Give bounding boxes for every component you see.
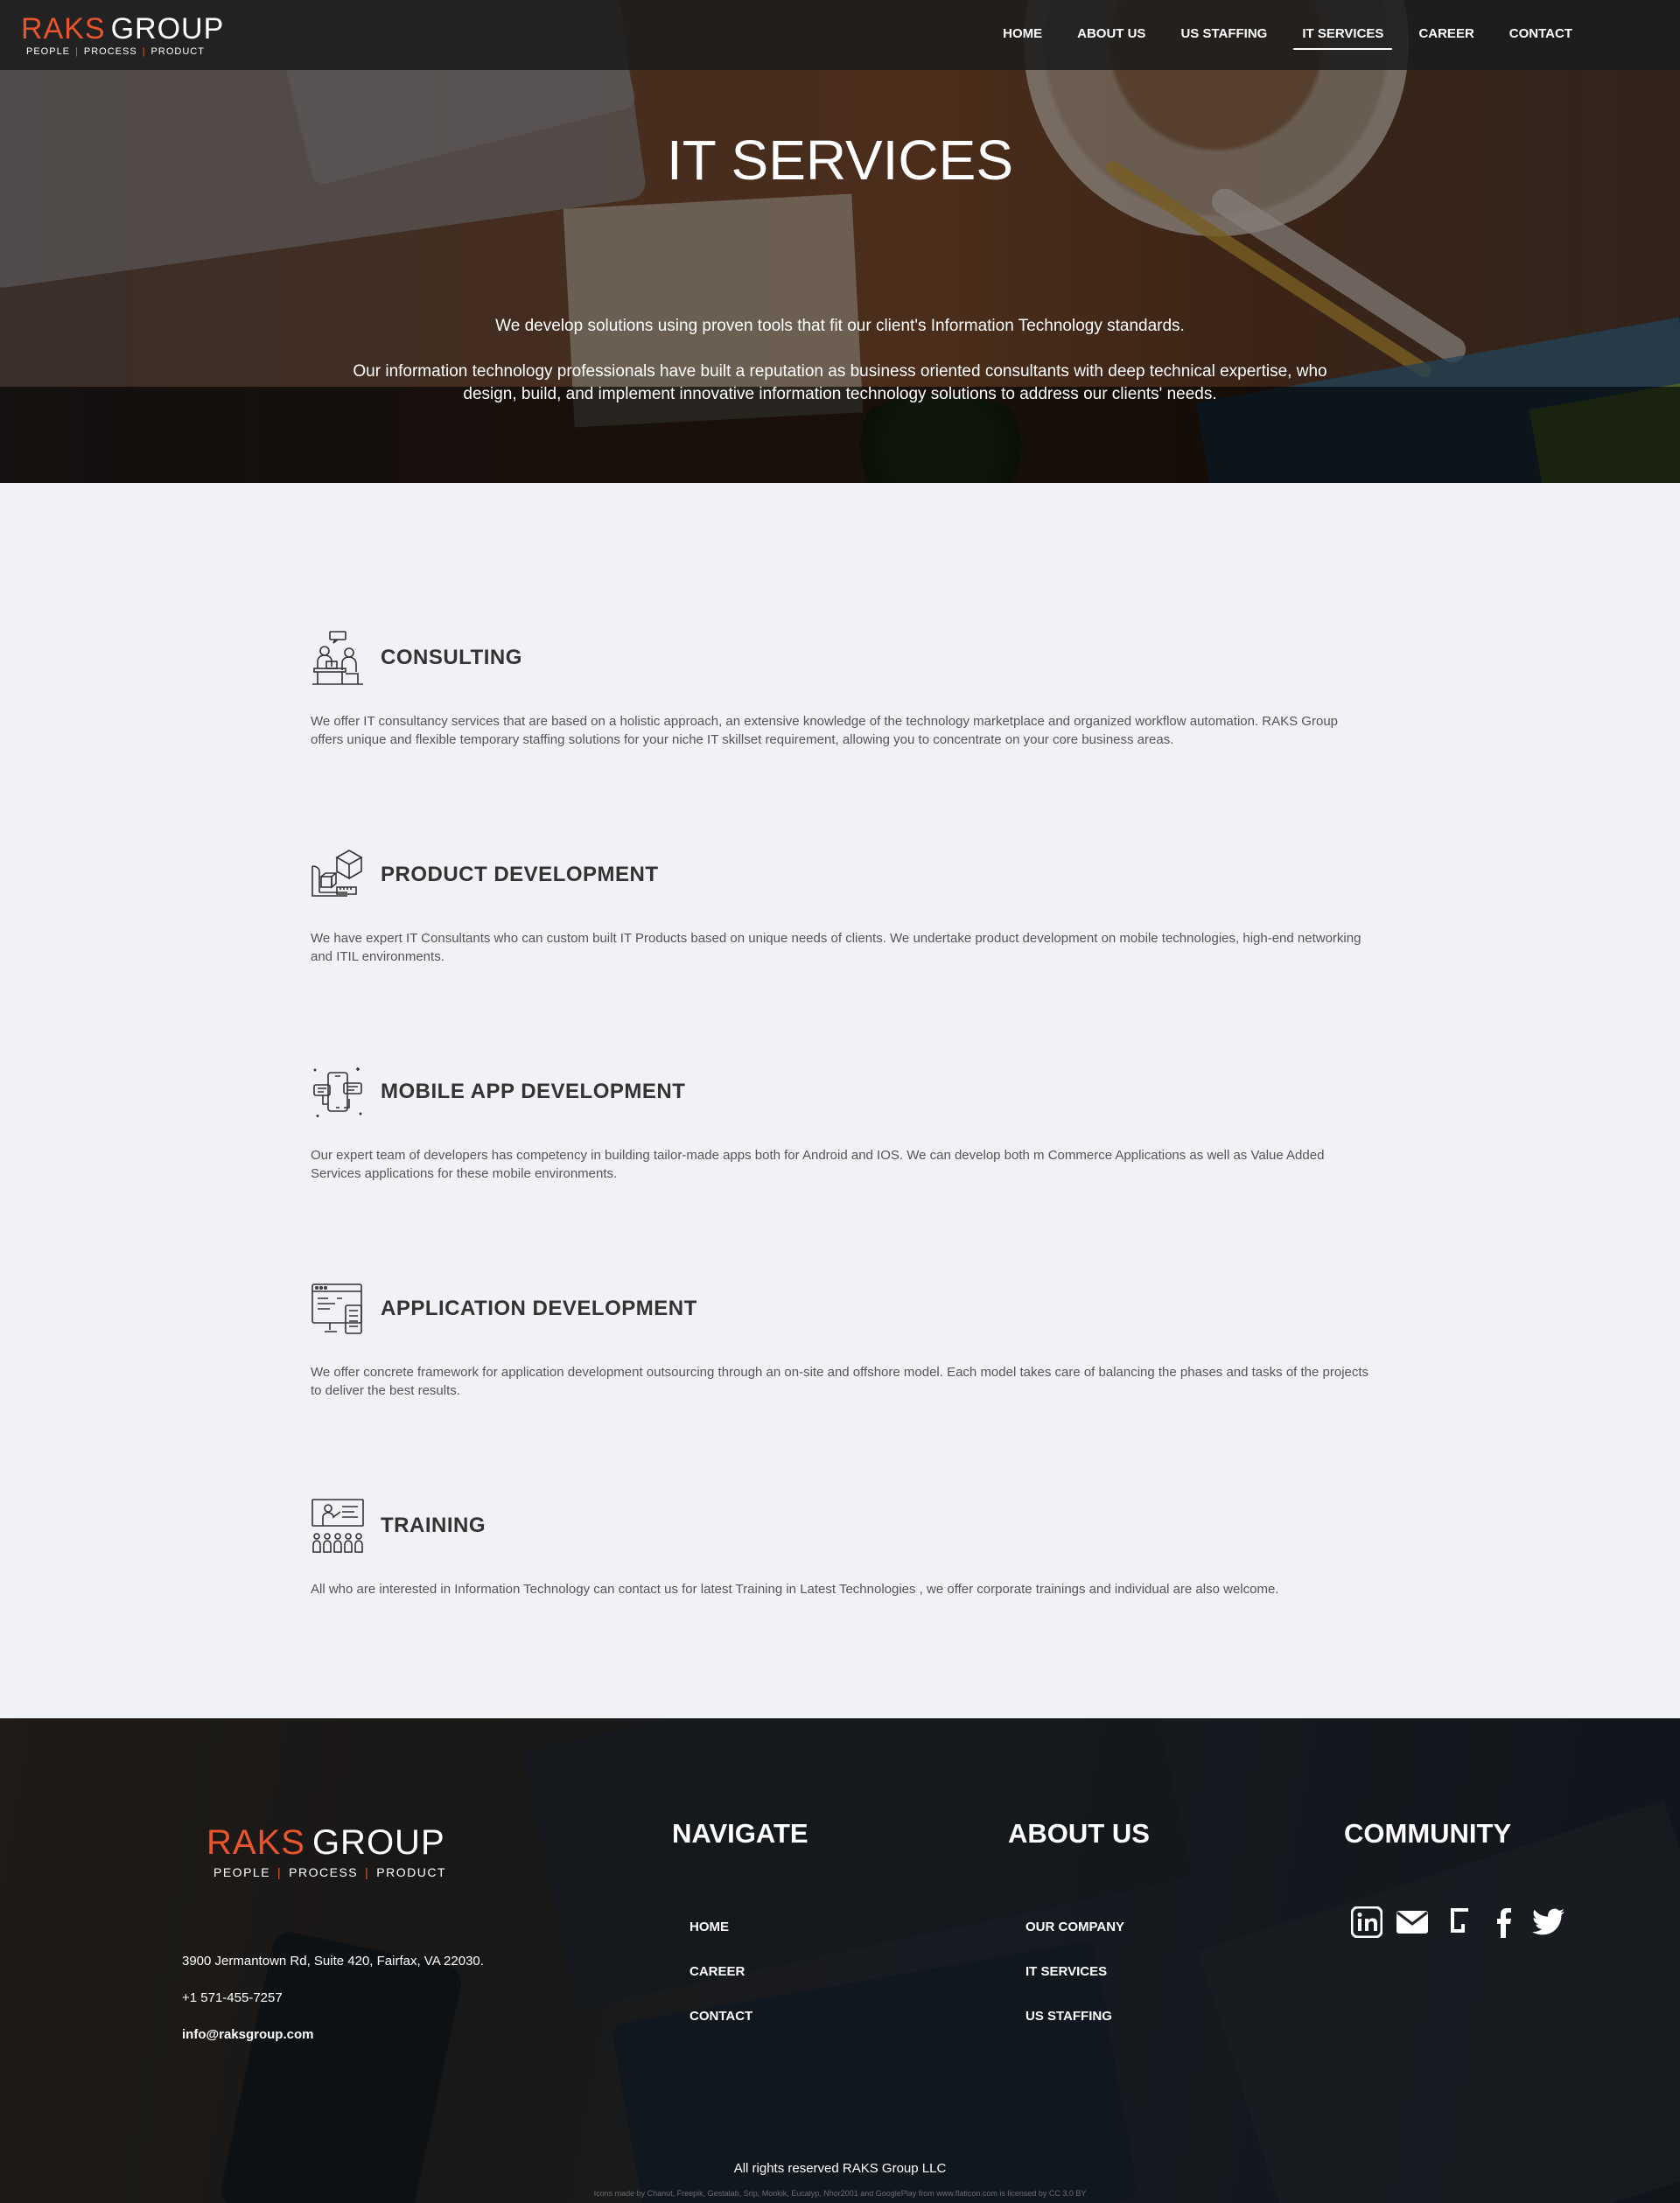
service-description: We have expert IT Consultants who can cu… [311, 931, 1362, 964]
service-mobile-app-development: MOBILE APP DEVELOPMENT Our expert team o… [311, 1064, 1369, 1183]
glassdoor-icon[interactable] [1441, 1906, 1474, 1939]
footer-link-contact[interactable]: CONTACT [690, 2009, 752, 2024]
footer-logo[interactable]: RAKS GROUP PEOPLE | PROCESS | PRODUCT [206, 1825, 469, 1879]
consulting-icon [312, 631, 363, 685]
footer-link-it-services[interactable]: IT SERVICES [1026, 1964, 1107, 1979]
service-description: All who are interested in Information Te… [311, 1582, 1279, 1597]
footer-about-title: ABOUT US [1008, 1818, 1150, 1849]
nav-contact[interactable]: CONTACT [1501, 26, 1581, 50]
service-description: Our expert team of developers has compet… [311, 1148, 1325, 1181]
application-development-icon [312, 1283, 362, 1334]
footer-link-us-staffing[interactable]: US STAFFING [1026, 2009, 1112, 2024]
footer-email-link[interactable]: info@raksgroup.com [182, 2027, 313, 2042]
twitter-icon[interactable] [1532, 1906, 1565, 1939]
nav-home[interactable]: HOME [994, 26, 1051, 50]
footer-link-home[interactable]: HOME [690, 1920, 729, 1934]
footer-navigate-title: NAVIGATE [672, 1818, 808, 1849]
nav-about-us[interactable]: ABOUT US [1068, 26, 1154, 50]
product-development-icon [312, 850, 363, 897]
footer-icon-credit: Icons made by Chanut, Freepik, Gestalab,… [593, 2189, 1087, 2198]
service-application-development: APPLICATION DEVELOPMENT We offer concret… [311, 1281, 1369, 1400]
footer-link-our-company[interactable]: OUR COMPANY [1026, 1920, 1124, 1934]
hero-description: Our information technology professionals… [353, 362, 1327, 403]
footer-link-career[interactable]: CAREER [690, 1964, 745, 1979]
logo-tagline: PEOPLE | PROCESS | PRODUCT [26, 46, 205, 57]
nav-us-staffing[interactable]: US STAFFING [1172, 26, 1276, 50]
service-title: PRODUCT DEVELOPMENT [381, 863, 659, 886]
footer-phone: +1 571-455-7257 [182, 1990, 283, 2005]
service-product-development: PRODUCT DEVELOPMENT We have expert IT Co… [311, 847, 1369, 966]
service-description: We offer IT consultancy services that ar… [311, 714, 1338, 747]
footer-community-title: COMMUNITY [1344, 1818, 1512, 1849]
service-title: TRAINING [381, 1514, 486, 1537]
footer-address: 3900 Jermantown Rd, Suite 420, Fairfax, … [182, 1954, 484, 1969]
site-logo[interactable]: RAKS GROUP PEOPLE | PROCESS | PRODUCT [21, 12, 225, 57]
social-links [1350, 1906, 1565, 1939]
facebook-icon[interactable] [1487, 1906, 1520, 1939]
service-title: MOBILE APP DEVELOPMENT [381, 1080, 686, 1103]
nav-career[interactable]: CAREER [1410, 26, 1482, 50]
hero-intro: We develop solutions using proven tools … [495, 317, 1185, 335]
page-title: IT SERVICES [667, 129, 1013, 192]
top-navbar: RAKS GROUP PEOPLE | PROCESS | PRODUCT HOME AB… [0, 0, 1680, 70]
service-title: APPLICATION DEVELOPMENT [381, 1297, 697, 1320]
footer-logo-tagline: PEOPLE | PROCESS | PRODUCT [214, 1865, 447, 1879]
footer-copyright: All rights reserved RAKS Group LLC [733, 2161, 947, 2176]
training-icon [312, 1499, 364, 1553]
linkedin-icon[interactable] [1350, 1906, 1383, 1939]
mobile-app-icon [313, 1067, 362, 1117]
main-menu: HOME ABOUT US US STAFFING IT SERVICES CA… [976, 26, 1581, 50]
hero-banner: IT SERVICES We develop solutions using p… [0, 0, 1680, 483]
service-consulting: CONSULTING We offer IT consultancy servi… [311, 630, 1369, 749]
service-training: TRAINING All who are interested in Infor… [311, 1498, 1369, 1598]
logo-wordmark: RAKS GROUP [21, 12, 225, 45]
nav-it-services[interactable]: IT SERVICES [1293, 26, 1393, 50]
email-icon[interactable] [1396, 1906, 1429, 1939]
services-section: CONSULTING We offer IT consultancy servi… [0, 483, 1680, 1718]
site-footer: RAKS GROUP PEOPLE | PROCESS | PRODUCT 3900 Je… [0, 1718, 1680, 2203]
service-title: CONSULTING [381, 646, 522, 669]
footer-logo-wordmark: RAKS GROUP [206, 1823, 445, 1862]
service-description: We offer concrete framework for applicat… [311, 1365, 1369, 1398]
